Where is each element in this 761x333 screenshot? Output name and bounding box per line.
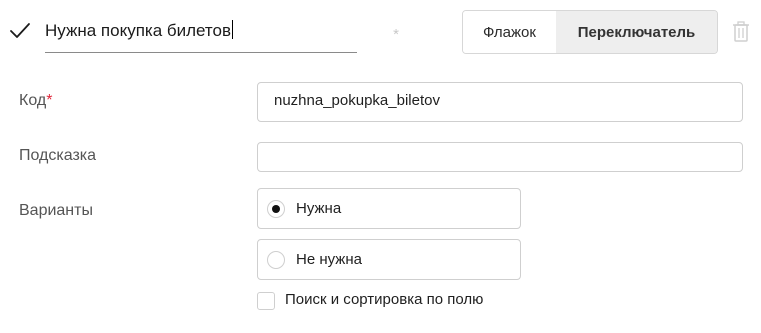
- type-option-checkbox[interactable]: Флажок: [463, 11, 556, 53]
- variant-option-1[interactable]: Нужна: [257, 188, 521, 229]
- code-label: Код*: [19, 92, 53, 109]
- required-toggle-icon[interactable]: *: [385, 24, 407, 46]
- variant-option-label: Нужна: [296, 200, 342, 217]
- variants-label: Варианты: [19, 202, 93, 219]
- text-caret: [232, 20, 234, 39]
- trash-icon[interactable]: [731, 20, 751, 44]
- required-mark: *: [46, 92, 53, 109]
- code-value: nuzhna_pokupka_biletov: [274, 92, 440, 109]
- hint-label: Подсказка: [19, 147, 97, 164]
- question-title-text: Нужна покупка билетов: [45, 20, 234, 40]
- radio-selected[interactable]: [267, 200, 285, 218]
- variant-option-label: Не нужна: [296, 251, 362, 268]
- type-segmented-control: Флажок Переключатель: [462, 10, 718, 54]
- search-sort-checkbox[interactable]: [257, 292, 275, 310]
- radio-unselected[interactable]: [267, 251, 285, 269]
- search-sort-label[interactable]: Поиск и сортировка по полю: [285, 291, 483, 308]
- type-option-switch[interactable]: Переключатель: [556, 11, 717, 53]
- hint-input[interactable]: [257, 142, 743, 172]
- checkmark-icon[interactable]: [9, 20, 31, 42]
- variant-option-2[interactable]: Не нужна: [257, 239, 521, 280]
